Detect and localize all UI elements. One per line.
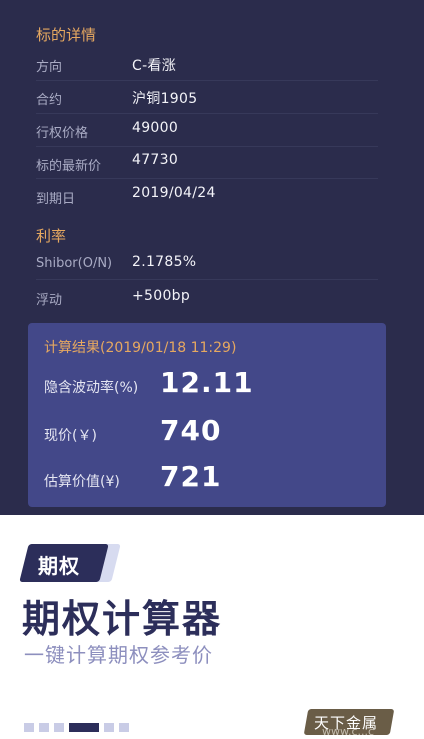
float-value: +500bp	[132, 288, 191, 304]
estimated-value-label: 估算价值(¥)	[44, 474, 120, 490]
implied-volatility-value: 12.11	[160, 366, 254, 399]
expiry-value: 2019/04/24	[132, 185, 216, 201]
direction-value: C-看涨	[132, 58, 177, 74]
page-dot[interactable]	[39, 723, 49, 732]
badge-label: 期权	[38, 554, 80, 578]
divider	[36, 279, 378, 280]
calculation-result-card: 计算结果(2019/01/18 11:29) 隐含波动率(%) 12.11 现价…	[28, 323, 386, 507]
estimated-value-value: 721	[160, 460, 222, 493]
float-label: 浮动	[36, 293, 63, 308]
expiry-label: 到期日	[36, 192, 76, 207]
page-dot[interactable]	[54, 723, 64, 732]
options-badge: 期权	[19, 544, 121, 584]
latest-price-label: 标的最新价	[36, 159, 102, 174]
divider	[36, 80, 378, 81]
current-price-label: 现价(￥)	[44, 428, 97, 444]
details-section-title: 标的详情	[36, 26, 97, 44]
implied-volatility-label: 隐含波动率(%)	[44, 380, 139, 396]
result-title: 计算结果(2019/01/18 11:29)	[44, 340, 237, 356]
page-dot[interactable]	[119, 723, 129, 732]
rate-section-title: 利率	[36, 227, 67, 245]
shibor-value: 2.1785%	[132, 254, 197, 270]
page-dot-active[interactable]	[69, 723, 99, 732]
option-details-panel: 标的详情 方向 C-看涨 合约 沪铜1905 行权价格 49000 标的最新价 …	[0, 0, 424, 515]
contract-value: 沪铜1905	[132, 91, 198, 107]
direction-label: 方向	[36, 60, 63, 75]
latest-price-value: 47730	[132, 152, 179, 168]
divider	[36, 113, 378, 114]
divider	[36, 178, 378, 179]
contract-label: 合约	[36, 93, 63, 108]
shibor-label: Shibor(O/N)	[36, 256, 113, 271]
promo-subline: 一键计算期权参考价	[24, 643, 213, 667]
page-dot[interactable]	[24, 723, 34, 732]
page-dot[interactable]	[104, 723, 114, 732]
divider	[36, 146, 378, 147]
watermark-sub: www.c...c	[322, 725, 375, 738]
strike-price-value: 49000	[132, 120, 179, 136]
promo-headline: 期权计算器	[22, 597, 223, 641]
current-price-value: 740	[160, 414, 222, 447]
pagination-dots	[24, 723, 129, 733]
strike-price-label: 行权价格	[36, 126, 89, 141]
